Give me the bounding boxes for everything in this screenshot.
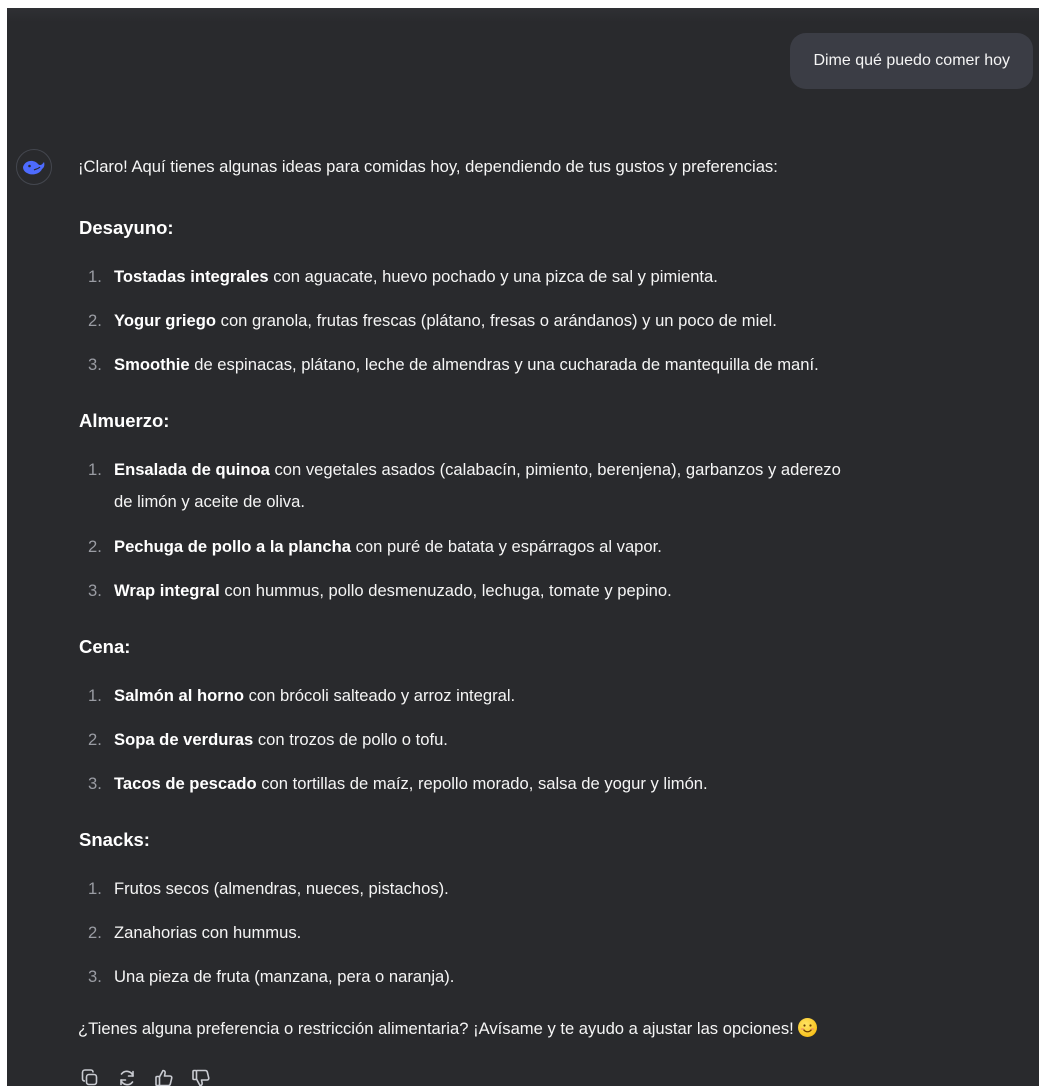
item-title: Ensalada de quinoa [114,460,270,479]
like-button[interactable] [153,1067,175,1086]
item-text: con granola, frutas frescas (plátano, fr… [216,311,777,330]
item-title: Yogur griego [114,311,217,330]
chat-window: Dime qué puedo comer hoy ¡Claro! Aquí ti… [7,8,1039,1086]
section-heading: Almuerzo: [79,410,170,431]
item-title: Smoothie [114,355,190,374]
item-title: Salmón al horno [114,686,244,705]
thumbs-up-icon [155,1069,173,1086]
list-number: 1. [88,460,102,479]
section-heading: Cena: [79,636,131,657]
list-number: 1. [88,686,102,705]
item-text: con brócoli salteado y arroz integral. [244,686,516,705]
item-title: Sopa de verduras [114,730,254,749]
scroll-fade [7,8,1039,22]
list-number: 1. [88,267,102,286]
assistant-intro: ¡Claro! Aquí tienes algunas ideas para c… [78,157,778,176]
item-text: Frutos secos (almendras, nueces, pistach… [114,879,449,898]
item-title: Tostadas integrales [114,267,269,286]
list-number: 2. [88,311,102,330]
item-text: con vegetales asados (calabacín, pimient… [269,460,841,479]
copy-button[interactable] [79,1067,101,1086]
item-title: Pechuga de pollo a la plancha [114,537,351,556]
whale-logo-icon [23,160,45,175]
regenerate-icon [120,1070,134,1086]
item-text: con tortillas de maíz, repollo morado, s… [256,774,708,793]
closing-text: ¿Tienes alguna preferencia o restricción… [78,1019,794,1038]
item-text: con hummus, pollo desmenuzado, lechuga, … [219,581,672,600]
list-number: 2. [88,730,102,749]
item-title: Wrap integral [114,581,220,600]
item-text: Zanahorias con hummus. [114,923,302,942]
thumbs-down-icon [192,1069,210,1086]
regenerate-button[interactable] [116,1067,138,1086]
user-message-bubble: Dime qué puedo comer hoy [790,33,1033,89]
item-text: de espinacas, plátano, leche de almendra… [189,355,819,374]
section-heading: Snacks: [79,829,150,850]
copy-icon [81,1069,98,1086]
list-number: 3. [88,355,102,374]
smiling-face-emoji-icon [797,1018,817,1037]
list-number: 3. [88,581,102,600]
item-text: con aguacate, huevo pochado y una pizca … [268,267,718,286]
assistant-avatar [16,149,52,185]
item-title: Tacos de pescado [114,774,257,793]
list-number: 3. [88,774,102,793]
list-number: 2. [88,537,102,556]
section-heading: Desayuno: [79,217,174,238]
item-text: con puré de batata y espárragos al vapor… [350,537,662,556]
message-actions [79,1067,212,1086]
user-message-text: Dime qué puedo comer hoy [813,52,1010,69]
item-text-continued: de limón y aceite de oliva. [114,492,305,511]
list-number: 2. [88,923,102,942]
assistant-closing: ¿Tienes alguna preferencia o restricción… [78,1017,817,1041]
dislike-button[interactable] [190,1067,212,1086]
list-number: 1. [88,879,102,898]
list-number: 3. [88,967,102,986]
item-text: con trozos de pollo o tofu. [253,730,448,749]
item-text: Una pieza de fruta (manzana, pera o nara… [114,967,455,986]
